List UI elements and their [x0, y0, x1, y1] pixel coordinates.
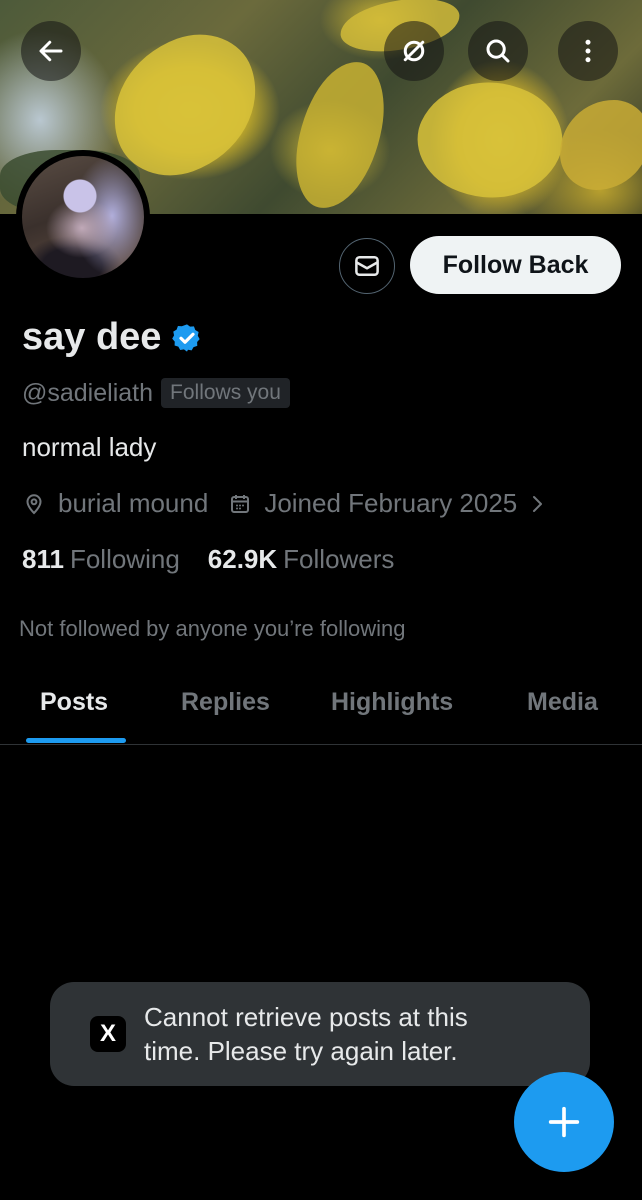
back-button[interactable] [21, 21, 81, 81]
mutuals-note: Not followed by anyone you’re following [19, 616, 406, 641]
follow-stats: 811 Following 62.9K Followers [22, 544, 422, 575]
toast-message: Cannot retrieve posts at this time. Plea… [144, 1002, 468, 1066]
user-handle: @sadieliath [22, 378, 154, 407]
following-stat[interactable]: 811 Following [22, 544, 180, 575]
tab-media[interactable]: Media [527, 688, 598, 717]
joined-text: Joined February 2025 [264, 488, 518, 518]
chevron-right-icon [533, 495, 543, 512]
location-text: burial mound [58, 488, 209, 518]
search-icon [486, 39, 510, 63]
search-button[interactable] [468, 21, 528, 81]
more-options-button[interactable] [558, 21, 618, 81]
location: burial mound [22, 488, 208, 519]
profile-tabs: Posts Replies Highlights Media [0, 664, 642, 745]
follow-back-button[interactable]: Follow Back [410, 236, 621, 294]
handle-row: @sadieliath Follows you [22, 378, 290, 408]
following-count: 811 [22, 544, 64, 574]
follows-you-badge: Follows you [161, 378, 290, 408]
calendar-icon [231, 494, 250, 513]
display-name-row: say dee [22, 316, 203, 359]
avatar[interactable] [16, 150, 150, 284]
back-arrow-icon [39, 40, 63, 62]
followers-count: 62.9K [207, 544, 278, 574]
verified-badge-icon[interactable] [171, 322, 203, 354]
display-name: say dee [22, 316, 162, 358]
more-vertical-icon [585, 39, 591, 63]
error-toast: X Cannot retrieve posts at this time. Pl… [50, 982, 590, 1086]
tab-replies[interactable]: Replies [181, 688, 270, 717]
grok-icon [403, 40, 425, 62]
profile-page: Follow Back say dee @sadieliath Follows … [0, 0, 642, 1200]
followers-label: Followers [283, 544, 395, 574]
compose-post-button[interactable] [514, 1072, 614, 1172]
followers-stat[interactable]: 62.9K Followers [208, 544, 395, 575]
following-label: Following [69, 544, 180, 574]
avatar-image [22, 156, 144, 278]
tab-highlights[interactable]: Highlights [331, 688, 453, 717]
grok-button[interactable] [384, 21, 444, 81]
location-pin-icon [26, 493, 42, 514]
banner-leaf [560, 100, 642, 190]
envelope-icon [355, 256, 379, 276]
bio: normal lady [22, 432, 157, 462]
profile-meta: burial mound Joined February 2025 [22, 488, 569, 519]
banner-leaf [287, 54, 393, 214]
plus-icon [548, 1106, 580, 1138]
join-date[interactable]: Joined February 2025 [228, 488, 549, 519]
tab-posts[interactable]: Posts [40, 688, 108, 717]
x-logo-icon: X [90, 1016, 126, 1052]
active-tab-indicator [26, 738, 126, 743]
message-button[interactable] [339, 238, 395, 294]
